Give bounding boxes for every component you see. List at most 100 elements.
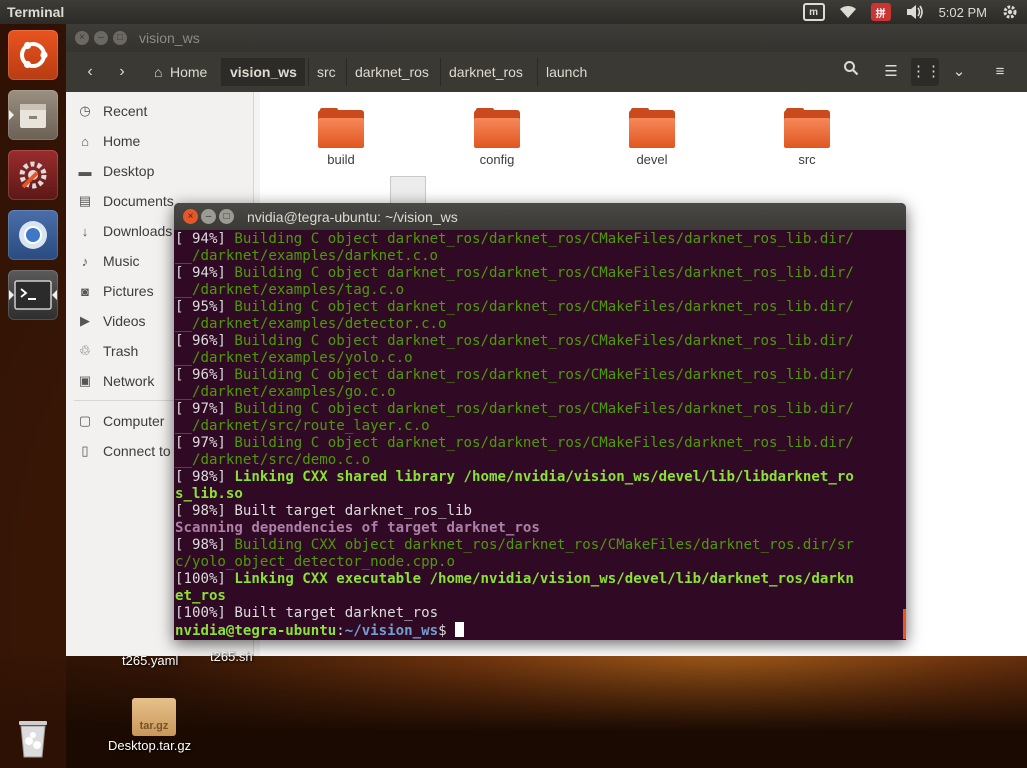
breadcrumb-darknet-ros-2[interactable]: darknet_ros <box>440 58 531 86</box>
music-icon: ♪ <box>81 253 89 269</box>
keyboard-indicator-icon[interactable]: m <box>802 3 825 21</box>
archive-icon[interactable]: tar.gz <box>132 698 176 736</box>
forward-button[interactable]: › <box>108 58 136 86</box>
sidebar-item-label: Pictures <box>103 283 154 299</box>
prompt-symbol: $ <box>438 623 456 639</box>
indicator-area: m 拼 5:02 PM <box>802 2 1027 22</box>
chromium-icon[interactable] <box>8 210 58 260</box>
maximize-icon[interactable]: □ <box>113 31 127 45</box>
terminal-line: [ 98%] Building CXX object darknet_ros/d… <box>175 537 906 554</box>
chevron-down-icon[interactable]: ⌄ <box>945 58 973 86</box>
folder-icon <box>318 108 364 148</box>
breadcrumb-label: Home <box>170 64 208 80</box>
minimize-icon[interactable]: – <box>201 209 216 224</box>
line-text: __/darknet/src/demo.c.o <box>175 452 371 468</box>
document-icon: ▤ <box>78 193 92 208</box>
line-text: Linking CXX executable /home/nvidia/visi… <box>234 571 854 587</box>
ubuntu-dash-icon[interactable] <box>8 30 58 80</box>
volume-icon[interactable] <box>905 2 925 22</box>
progress-prefix: [ 96%] <box>175 333 235 349</box>
terminal-line: et_ros <box>175 588 906 605</box>
search-icon[interactable] <box>837 58 865 86</box>
terminal-title: nvidia@tegra-ubuntu: ~/vision_ws <box>247 209 458 225</box>
focused-indicator <box>52 290 57 300</box>
line-text: Building C object darknet_ros/darknet_ro… <box>234 299 854 315</box>
video-icon: ▶ <box>80 313 90 328</box>
terminal-line: [100%] Linking CXX executable /home/nvid… <box>175 571 906 588</box>
list-view-icon[interactable]: ☰ <box>877 58 905 86</box>
terminal-output[interactable]: [ 94%] Building C object darknet_ros/dar… <box>174 231 906 640</box>
grid-view-icon[interactable]: ⋮⋮ <box>911 58 941 86</box>
network-icon: ▣ <box>78 373 92 388</box>
breadcrumb-darknet-ros-1[interactable]: darknet_ros <box>346 58 437 86</box>
terminal-line: [ 98%] Linking CXX shared library /home/… <box>175 469 906 486</box>
line-text: __/darknet/examples/yolo.c.o <box>175 350 413 366</box>
line-text: Building C object darknet_ros/darknet_ro… <box>234 401 854 417</box>
sidebar-item-label: Music <box>103 253 140 269</box>
prompt-separator: : <box>336 623 345 639</box>
terminal-line: __/darknet/examples/go.c.o <box>175 384 906 401</box>
folder-icon <box>784 108 830 148</box>
line-text: c/yolo_object_detector_node.cpp.o <box>175 554 456 570</box>
breadcrumb-vision-ws[interactable]: vision_ws <box>221 58 305 86</box>
folder-label: build <box>327 152 355 167</box>
home-icon: ⌂ <box>81 133 89 149</box>
terminal-line: [ 97%] Building C object darknet_ros/dar… <box>175 435 906 452</box>
sidebar-item-home[interactable]: ⌂ Home <box>66 128 254 154</box>
input-method-icon[interactable]: 拼 <box>870 3 891 21</box>
folder-devel[interactable]: devel <box>607 108 697 167</box>
folder-build[interactable]: build <box>296 108 386 167</box>
terminal-line: __/darknet/examples/darknet.c.o <box>175 248 906 265</box>
minimize-icon[interactable]: – <box>94 31 108 45</box>
trash-icon: ♲ <box>79 343 91 358</box>
sidebar-item-recent[interactable]: ◷ Recent <box>66 98 254 124</box>
sidebar-item-label: Trash <box>103 343 139 359</box>
line-text: Building C object darknet_ros/darknet_ro… <box>234 367 854 383</box>
line-text: Building C object darknet_ros/darknet_ro… <box>234 333 854 349</box>
wifi-icon[interactable] <box>839 2 857 22</box>
terminal-line: [ 94%] Building C object darknet_ros/dar… <box>175 265 906 282</box>
trash-icon[interactable] <box>8 712 58 762</box>
close-icon[interactable]: × <box>75 31 89 45</box>
desktop-icon-t265-sh[interactable]: t265.sh <box>210 649 253 664</box>
back-button[interactable]: ‹ <box>76 58 104 86</box>
line-text: Building C object darknet_ros/darknet_ro… <box>234 265 854 281</box>
terminal-line: [ 94%] Building C object darknet_ros/dar… <box>175 231 906 248</box>
system-settings-icon[interactable] <box>8 150 58 200</box>
progress-prefix: [ 97%] <box>175 401 235 417</box>
folder-config[interactable]: config <box>452 108 542 167</box>
clock[interactable]: 5:02 PM <box>939 2 987 22</box>
desktop-icon-t265-yaml[interactable]: t265.yaml <box>122 653 178 668</box>
files-icon[interactable] <box>8 90 58 140</box>
breadcrumb-launch[interactable]: launch <box>537 58 595 86</box>
text-file-icon[interactable] <box>390 176 426 206</box>
line-text: Building C object darknet_ros/darknet_ro… <box>234 231 854 247</box>
active-app-title: Terminal <box>7 4 65 20</box>
terminal-line: __/darknet/src/demo.c.o <box>175 452 906 469</box>
breadcrumb-home[interactable]: ⌂ Home <box>146 58 215 86</box>
desktop-icon-desktop-tar-gz[interactable]: Desktop.tar.gz <box>108 738 191 753</box>
sidebar-item-label: Network <box>103 373 155 389</box>
gear-icon[interactable] <box>1001 2 1019 22</box>
line-text: Built target darknet_ros <box>234 605 439 621</box>
shell-prompt[interactable]: nvidia@tegra-ubuntu:~/vision_ws$ <box>175 622 906 639</box>
folder-label: src <box>798 152 816 167</box>
sidebar-item-label: Videos <box>103 313 146 329</box>
terminal-icon[interactable] <box>8 270 58 320</box>
menu-icon[interactable]: ≡ <box>986 58 1014 86</box>
progress-prefix: [ 98%] <box>175 469 235 485</box>
progress-prefix: [ 94%] <box>175 265 235 281</box>
folder-src[interactable]: src <box>762 108 852 167</box>
line-text: __/darknet/examples/darknet.c.o <box>175 248 439 264</box>
close-icon[interactable]: × <box>183 209 198 224</box>
line-text: Built target darknet_ros_lib <box>234 503 472 519</box>
maximize-icon[interactable]: □ <box>219 209 234 224</box>
sidebar-item-desktop[interactable]: ▬ Desktop <box>66 158 254 184</box>
terminal-line: [ 97%] Building C object darknet_ros/dar… <box>175 401 906 418</box>
folder-label: config <box>479 152 515 167</box>
camera-icon: ◙ <box>81 283 89 299</box>
breadcrumb-src[interactable]: src <box>308 58 344 86</box>
sidebar-item-label: Recent <box>103 103 148 119</box>
home-icon: ⌂ <box>154 64 163 80</box>
launcher <box>0 24 66 768</box>
